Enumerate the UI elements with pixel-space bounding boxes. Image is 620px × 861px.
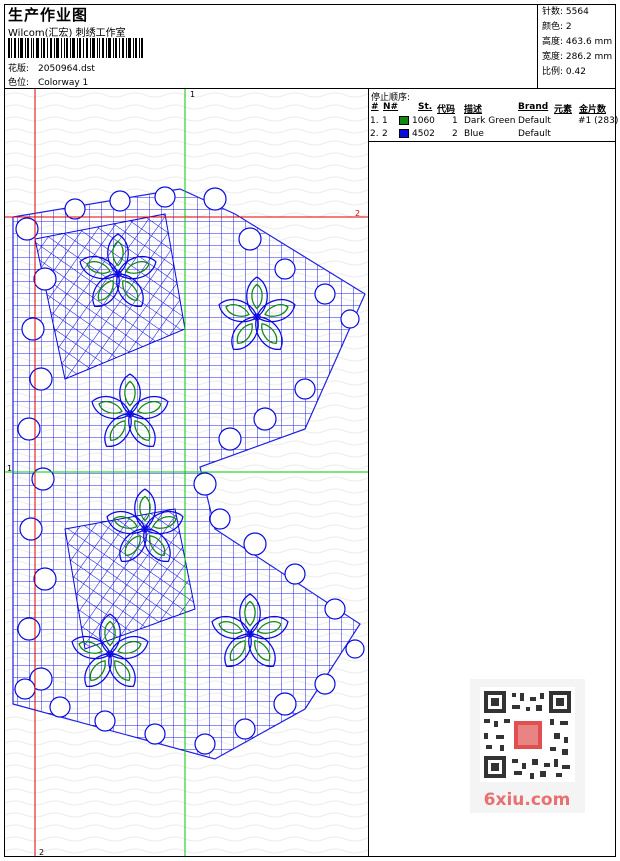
row2-st: 4502 [412,129,435,139]
row2-brand: Default [518,129,551,139]
design-file-line: 花版: 2050964.dst [8,61,95,74]
stats-panel: 针数: 5564 颜色: 2 高度: 463.6 mm 宽度: 286.2 mm… [537,5,617,88]
company-name: Wilcom(汇宏) 刺绣工作室 [8,28,126,39]
col-n: N# [383,102,399,112]
row1-code: 1 [452,116,458,126]
page-title: 生产作业图 [8,6,89,24]
stat-width: 宽度: 286.2 mm [542,52,613,62]
stat-colors: 颜色: 2 [542,22,572,32]
colorway-label: 色位: [8,78,30,88]
row2-color-swatch [399,129,409,138]
row1-color-swatch [399,116,409,125]
row2-desc: Blue [464,129,484,139]
panel-divider [368,88,369,857]
row1-desc: Dark Green [464,116,516,126]
col-element: 元素 [554,105,573,115]
colorway-value: Colorway 1 [38,78,89,88]
embroidery-design-canvas: 1 2 1 2 [5,89,368,856]
stat-scale: 比例: 0.42 [542,67,586,77]
guide-label-h1: 1 [7,464,12,473]
design-label: 花版: [8,64,30,74]
col-num: # [371,102,379,112]
row1-n: 1 [382,116,388,126]
watermark-qr: 6xiu.com [470,679,585,813]
col-brand: Brand [518,102,549,112]
guide-label-v1: 1 [190,90,195,99]
row1-st: 1060 [412,116,435,126]
col-desc: 描述 [464,105,483,115]
row1-sequins: #1 (283) [578,116,619,126]
stat-stitches: 针数: 5564 [542,7,589,17]
row1-num: 1. [370,116,379,126]
guide-label-v2: 2 [39,848,44,856]
col-st: St. [418,102,433,112]
row2-code: 2 [452,129,458,139]
col-sequins: 金片数 [579,105,607,115]
guide-label-h2: 2 [355,209,360,218]
row1-brand: Default [518,116,551,126]
barcode [8,38,143,58]
col-code: 代码 [437,105,456,115]
stat-height: 高度: 463.6 mm [542,37,613,47]
design-value: 2050964.dst [38,64,95,74]
row2-n: 2 [382,129,388,139]
colorway-line: 色位: Colorway 1 [8,75,88,88]
watermark-text: 6xiu.com [484,790,571,810]
row2-num: 2. [370,129,379,139]
table-divider [368,141,616,142]
